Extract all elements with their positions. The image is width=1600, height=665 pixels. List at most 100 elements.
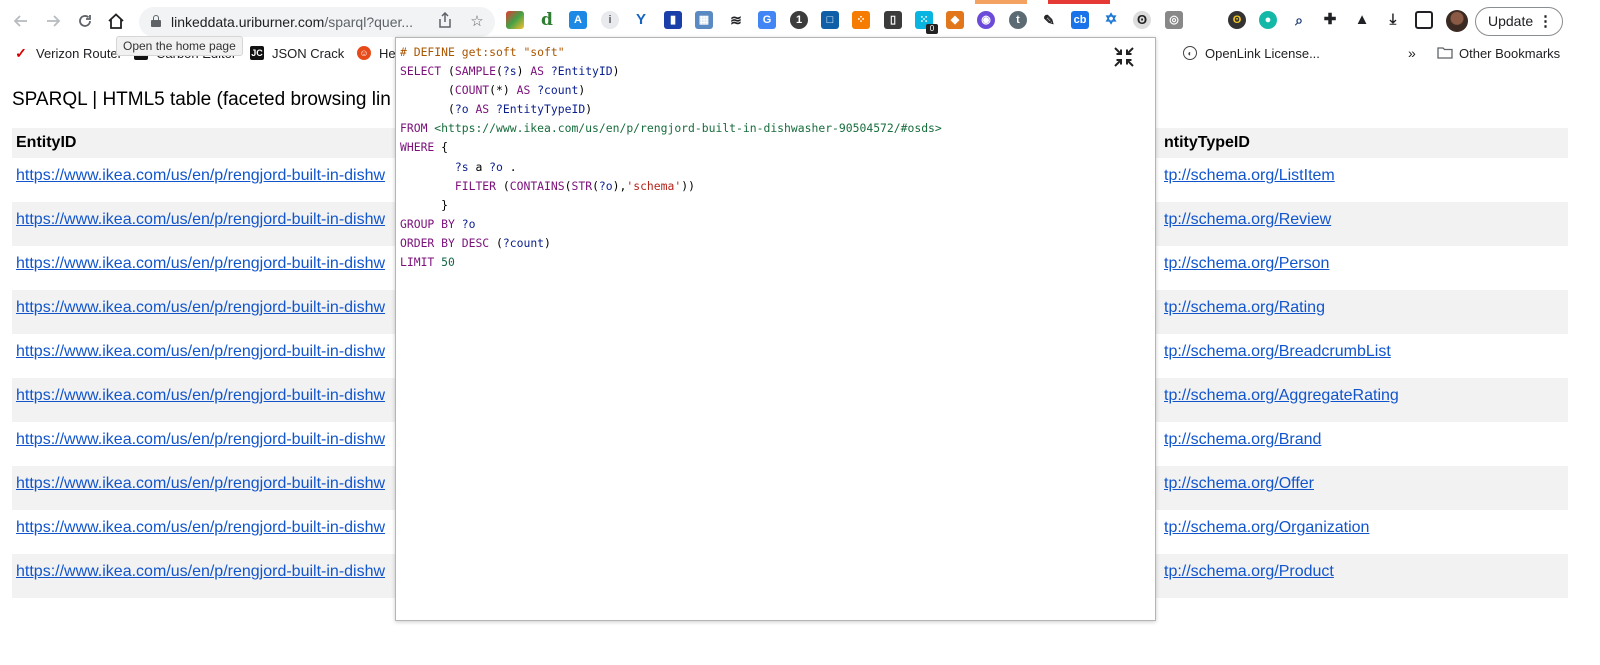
bookmark-item[interactable]: ☺ He bbox=[357, 44, 396, 62]
openlink-icon: ◐ bbox=[1183, 46, 1197, 60]
extension-dice-icon[interactable]: ⁘ bbox=[852, 11, 870, 29]
back-icon[interactable] bbox=[8, 8, 34, 34]
entity-id-link[interactable]: https://www.ikea.com/us/en/p/rengjord-bu… bbox=[16, 167, 385, 185]
extension-pin-icon[interactable]: ✎ bbox=[1040, 11, 1058, 29]
entity-type-link[interactable]: tp://schema.org/AggregateRating bbox=[1164, 387, 1399, 405]
metamask-fox-icon[interactable]: ◆ bbox=[946, 11, 964, 29]
extension-eye-icon[interactable]: ◎ bbox=[1165, 11, 1183, 29]
side-panel-icon[interactable] bbox=[1415, 11, 1433, 29]
entity-id-link[interactable]: https://www.ikea.com/us/en/p/rengjord-bu… bbox=[16, 475, 385, 493]
update-button[interactable]: Update ⋮ bbox=[1475, 7, 1563, 36]
entity-type-link[interactable]: tp://schema.org/Rating bbox=[1164, 299, 1325, 317]
query-text bbox=[489, 102, 496, 116]
column-header-entitytypeid[interactable]: ntityTypeID bbox=[1164, 134, 1250, 152]
entity-type-link[interactable]: tp://schema.org/ListItem bbox=[1164, 167, 1335, 185]
tab-accent bbox=[975, 0, 1027, 4]
extension-circle-icon[interactable]: 1 bbox=[790, 11, 808, 29]
extension-picture-icon[interactable]: ▦ bbox=[695, 11, 713, 29]
column-header-entityid[interactable]: EntityID bbox=[16, 134, 76, 152]
extension-panda-icon[interactable]: ʘ bbox=[1133, 11, 1151, 29]
entity-type-link[interactable]: tp://schema.org/Review bbox=[1164, 211, 1331, 229]
query-keyword: WHERE bbox=[400, 140, 435, 155]
bookmark-item[interactable]: ✓ Verizon Router bbox=[14, 44, 122, 62]
download-icon[interactable]: ⤓ bbox=[1384, 11, 1402, 29]
query-text bbox=[455, 236, 462, 250]
entity-type-link[interactable]: tp://schema.org/BreadcrumbList bbox=[1164, 343, 1391, 361]
query-keyword: ORDER BY bbox=[400, 235, 455, 250]
extension-chat-icon[interactable]: ● bbox=[1259, 11, 1277, 29]
home-tooltip: Open the home page bbox=[116, 36, 243, 56]
collapse-icon[interactable] bbox=[1113, 46, 1135, 68]
labs-flask-icon[interactable]: ▲ bbox=[1353, 11, 1371, 29]
entity-id-link[interactable]: https://www.ikea.com/us/en/p/rengjord-bu… bbox=[16, 431, 385, 449]
extension-search-icon[interactable]: ⌕ bbox=[1290, 11, 1308, 29]
extension-layers-icon[interactable]: ≋ bbox=[727, 11, 745, 29]
other-bookmarks-folder[interactable]: Other Bookmarks bbox=[1437, 44, 1560, 62]
entity-type-link[interactable]: tp://schema.org/Offer bbox=[1164, 475, 1314, 493]
entity-id-link[interactable]: https://www.ikea.com/us/en/p/rengjord-bu… bbox=[16, 211, 385, 229]
query-iri: <https://www.ikea.com/us/en/p/rengjord-b… bbox=[434, 121, 942, 136]
lock-icon[interactable] bbox=[151, 15, 161, 27]
query-comment: # DEFINE get:soft "soft" bbox=[400, 45, 565, 59]
address-bar[interactable]: linkeddata.uriburner.com/sparql?quer... … bbox=[139, 7, 495, 37]
query-text: ( bbox=[400, 102, 455, 117]
extension-bookmark-icon[interactable]: ▮ bbox=[664, 11, 682, 29]
query-variable: ?o bbox=[489, 159, 503, 174]
profile-avatar[interactable] bbox=[1446, 10, 1468, 32]
extension-book-icon[interactable]: ▯ bbox=[884, 11, 902, 29]
extension-cube-icon[interactable] bbox=[506, 11, 524, 29]
extension-t-icon[interactable]: t bbox=[1009, 11, 1027, 29]
extension-face-icon[interactable]: ◉ bbox=[977, 11, 995, 29]
query-function: SAMPLE bbox=[454, 64, 497, 79]
bookmark-item[interactable]: ◐ OpenLink License... bbox=[1183, 44, 1320, 62]
query-variable: ?o bbox=[454, 102, 469, 117]
entity-type-link[interactable]: tp://schema.org/Person bbox=[1164, 255, 1329, 273]
entity-type-link[interactable]: tp://schema.org/Product bbox=[1164, 563, 1334, 581]
bookmarks-overflow-icon[interactable]: » bbox=[1408, 44, 1416, 62]
reload-icon[interactable] bbox=[72, 8, 98, 34]
extension-box-icon[interactable]: □ bbox=[821, 11, 839, 29]
extension-owl-icon[interactable]: ʘ bbox=[1228, 11, 1246, 29]
query-text: ) bbox=[578, 83, 586, 98]
share-icon[interactable] bbox=[435, 11, 455, 32]
extension-azure-icon[interactable]: A bbox=[569, 11, 587, 29]
query-variable: ?o bbox=[598, 178, 613, 193]
extension-d-icon[interactable]: d bbox=[538, 11, 556, 29]
entity-id-link[interactable]: https://www.ikea.com/us/en/p/rengjord-bu… bbox=[16, 519, 385, 537]
query-variable: ?s bbox=[454, 159, 469, 174]
entity-type-link[interactable]: tp://schema.org/Organization bbox=[1164, 519, 1369, 537]
extension-cb-icon[interactable]: cb bbox=[1071, 11, 1089, 29]
extension-y-icon[interactable]: Y bbox=[632, 11, 650, 29]
entity-id-link[interactable]: https://www.ikea.com/us/en/p/rengjord-bu… bbox=[16, 343, 385, 361]
entity-id-link[interactable]: https://www.ikea.com/us/en/p/rengjord-bu… bbox=[16, 255, 385, 273]
query-variable: ?EntityID bbox=[550, 64, 613, 79]
query-text: ( bbox=[441, 64, 455, 79]
entity-id-link[interactable]: https://www.ikea.com/us/en/p/rengjord-bu… bbox=[16, 299, 385, 317]
menu-dots-icon[interactable]: ⋮ bbox=[1538, 8, 1553, 35]
extension-star-icon[interactable]: ✡ bbox=[1102, 11, 1120, 29]
query-text: ) bbox=[544, 235, 551, 250]
entity-id-link[interactable]: https://www.ikea.com/us/en/p/rengjord-bu… bbox=[16, 387, 385, 405]
forward-icon[interactable] bbox=[40, 8, 66, 34]
bookmark-label: JSON Crack bbox=[272, 45, 345, 61]
query-keyword: FILTER bbox=[454, 178, 497, 193]
extensions-puzzle-icon[interactable]: ✚ bbox=[1321, 11, 1339, 29]
bookmark-label: Verizon Router bbox=[36, 45, 122, 61]
bookmark-label: OpenLink License... bbox=[1205, 45, 1320, 61]
query-variable: ?EntityTypeID bbox=[496, 102, 586, 117]
entity-id-link[interactable]: https://www.ikea.com/us/en/p/rengjord-bu… bbox=[16, 563, 385, 581]
query-text bbox=[544, 64, 551, 78]
query-text: a bbox=[468, 159, 490, 174]
home-icon[interactable] bbox=[103, 8, 129, 34]
query-keyword: AS bbox=[530, 64, 545, 79]
query-text: ) bbox=[516, 64, 531, 79]
sparql-query-code: # DEFINE get:soft "soft" SELECT (SAMPLE(… bbox=[400, 43, 942, 272]
bookmark-star-icon[interactable]: ☆ bbox=[467, 12, 487, 32]
bookmark-label: He bbox=[379, 45, 396, 61]
query-number: 50 bbox=[441, 255, 455, 270]
extension-translate-icon[interactable]: G bbox=[758, 11, 776, 29]
entity-type-link[interactable]: tp://schema.org/Brand bbox=[1164, 431, 1321, 449]
bookmark-item[interactable]: JC JSON Crack bbox=[250, 44, 344, 62]
bookmark-label: Other Bookmarks bbox=[1459, 45, 1561, 61]
extension-bulb-icon[interactable]: i bbox=[601, 11, 619, 29]
